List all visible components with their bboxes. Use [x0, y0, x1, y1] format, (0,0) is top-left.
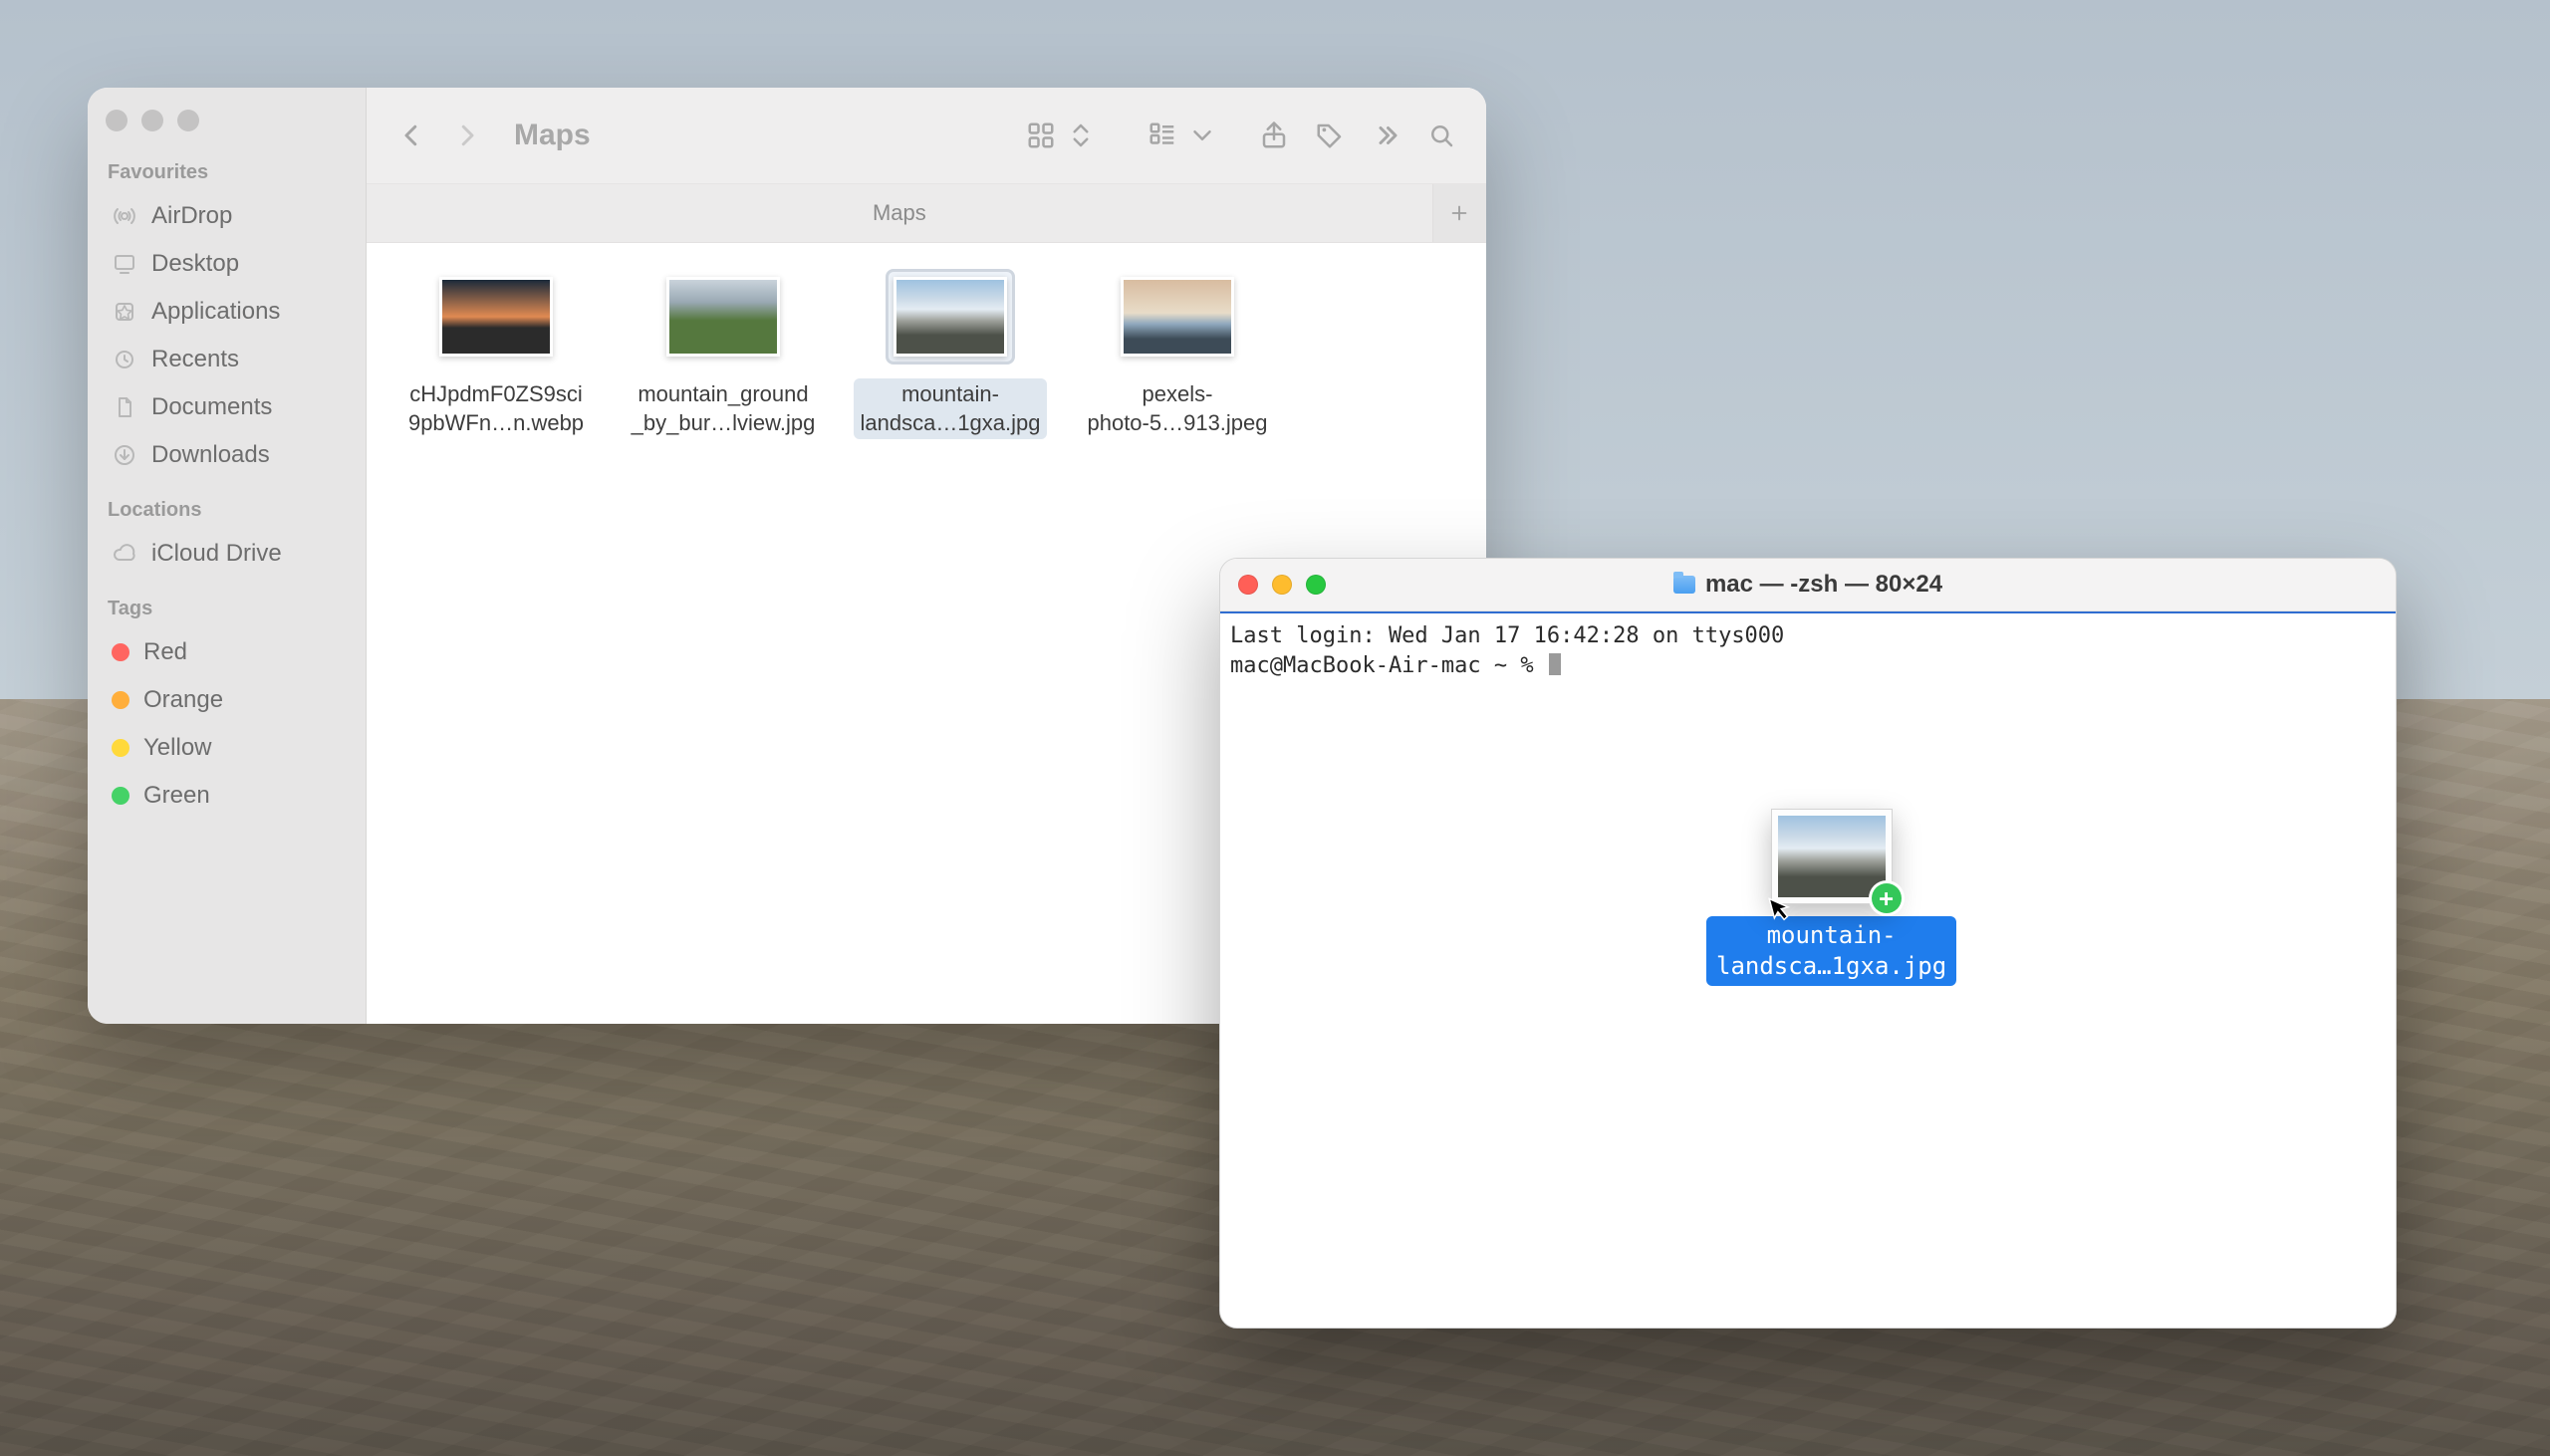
view-grid-icon[interactable] [1024, 119, 1058, 152]
cloud-icon [112, 541, 137, 567]
terminal-prompt: mac@MacBook-Air-mac ~ % [1230, 653, 1547, 678]
desktop: Favourites AirDrop Desktop Applications Rec… [0, 0, 2550, 1456]
apps-icon [112, 299, 137, 325]
drag-thumbnail: + [1771, 809, 1893, 904]
sidebar-item-downloads[interactable]: Downloads [106, 431, 348, 479]
sidebar-item-label: Yellow [143, 734, 212, 762]
copy-plus-badge: + [1872, 883, 1902, 913]
sidebar-item-label: Applications [151, 298, 280, 326]
sidebar-item-recents[interactable]: Recents [106, 336, 348, 383]
sidebar-item-airdrop[interactable]: AirDrop [106, 192, 348, 240]
terminal-title: mac — -zsh — 80×24 [1220, 571, 2396, 599]
folder-icon [1673, 576, 1695, 594]
file-thumbnail [431, 269, 561, 364]
file-thumbnail [658, 269, 788, 364]
terminal-body[interactable]: Last login: Wed Jan 17 16:42:28 on ttys0… [1220, 611, 2396, 1328]
path-tab[interactable]: Maps [367, 184, 1432, 242]
share-icon[interactable] [1257, 119, 1291, 152]
sidebar-tag-yellow[interactable]: Yellow [106, 724, 348, 772]
drag-file-label: mountain-landsca…1gxa.jpg [1706, 916, 1956, 986]
terminal-cursor [1549, 653, 1561, 675]
sidebar-item-label: AirDrop [151, 202, 232, 230]
recents-icon [112, 347, 137, 372]
sidebar-item-label: Recents [151, 346, 239, 373]
group-icon[interactable] [1146, 119, 1179, 152]
file-thumbnail [886, 269, 1015, 364]
tag-icon[interactable] [1313, 119, 1347, 152]
drag-preview: + mountain-landsca…1gxa.jpg [1706, 809, 1956, 986]
terminal-prompt-line: mac@MacBook-Air-mac ~ % [1230, 651, 2386, 681]
sidebar-item-label: Downloads [151, 441, 270, 469]
sidebar-tag-orange[interactable]: Orange [106, 676, 348, 724]
sidebar-item-desktop[interactable]: Desktop [106, 240, 348, 288]
search-icon[interactable] [1424, 119, 1458, 152]
sidebar-section-tags: Tags [108, 598, 348, 620]
chevron-down-icon[interactable] [1185, 119, 1219, 152]
tag-dot-icon [112, 691, 129, 709]
sidebar-item-label: Desktop [151, 250, 239, 278]
airdrop-icon [112, 203, 137, 229]
downloads-icon [112, 442, 137, 468]
back-button[interactable] [394, 119, 428, 152]
terminal-line-login: Last login: Wed Jan 17 16:42:28 on ttys0… [1230, 621, 2386, 651]
sidebar-item-label: Green [143, 782, 210, 810]
zoom-dot-inactive[interactable] [177, 110, 199, 131]
finder-title: Maps [514, 119, 591, 152]
finder-toolbar: Maps [367, 88, 1486, 184]
sidebar-item-apps[interactable]: Applications [106, 288, 348, 336]
finder-sidebar: Favourites AirDrop Desktop Applications Rec… [88, 88, 367, 1024]
doc-icon [112, 394, 137, 420]
file-item[interactable]: mountain-landsca…1gxa.jpg [843, 265, 1058, 439]
file-name-label: pexels-photo-5…913.jpeg [1081, 378, 1273, 439]
tag-dot-icon [112, 643, 129, 661]
more-icon[interactable] [1369, 119, 1402, 152]
sidebar-item-label: Documents [151, 393, 272, 421]
sidebar-item-cloud[interactable]: iCloud Drive [106, 530, 348, 578]
tag-dot-icon [112, 739, 129, 757]
sidebar-tag-green[interactable]: Green [106, 772, 348, 820]
finder-path-bar: Maps [367, 184, 1486, 243]
file-thumbnail [1113, 269, 1242, 364]
forward-button[interactable] [450, 119, 484, 152]
terminal-window[interactable]: mac — -zsh — 80×24 Last login: Wed Jan 1… [1219, 558, 2397, 1329]
add-tab-button[interactable] [1432, 184, 1486, 242]
sidebar-item-label: Orange [143, 686, 223, 714]
sidebar-section-locations: Locations [108, 499, 348, 522]
updown-icon[interactable] [1064, 119, 1098, 152]
file-item[interactable]: mountain_ground_by_bur…lview.jpg [616, 265, 831, 439]
file-item[interactable]: pexels-photo-5…913.jpeg [1070, 265, 1285, 439]
terminal-titlebar[interactable]: mac — -zsh — 80×24 [1220, 559, 2396, 611]
sidebar-item-label: Red [143, 638, 187, 666]
file-item[interactable]: cHJpdmF0ZS9sci9pbWFn…n.webp [388, 265, 604, 439]
sidebar-tag-red[interactable]: Red [106, 628, 348, 676]
finder-traffic-lights [106, 110, 348, 131]
file-name-label: mountain_ground_by_bur…lview.jpg [626, 378, 822, 439]
file-name-label: mountain-landsca…1gxa.jpg [854, 378, 1046, 439]
desktop-icon [112, 251, 137, 277]
sidebar-item-label: iCloud Drive [151, 540, 282, 568]
close-dot-inactive[interactable] [106, 110, 128, 131]
terminal-title-text: mac — -zsh — 80×24 [1705, 571, 1942, 599]
file-name-label: cHJpdmF0ZS9sci9pbWFn…n.webp [402, 378, 590, 439]
tag-dot-icon [112, 787, 129, 805]
sidebar-section-favourites: Favourites [108, 161, 348, 184]
minimize-dot-inactive[interactable] [141, 110, 163, 131]
sidebar-item-doc[interactable]: Documents [106, 383, 348, 431]
